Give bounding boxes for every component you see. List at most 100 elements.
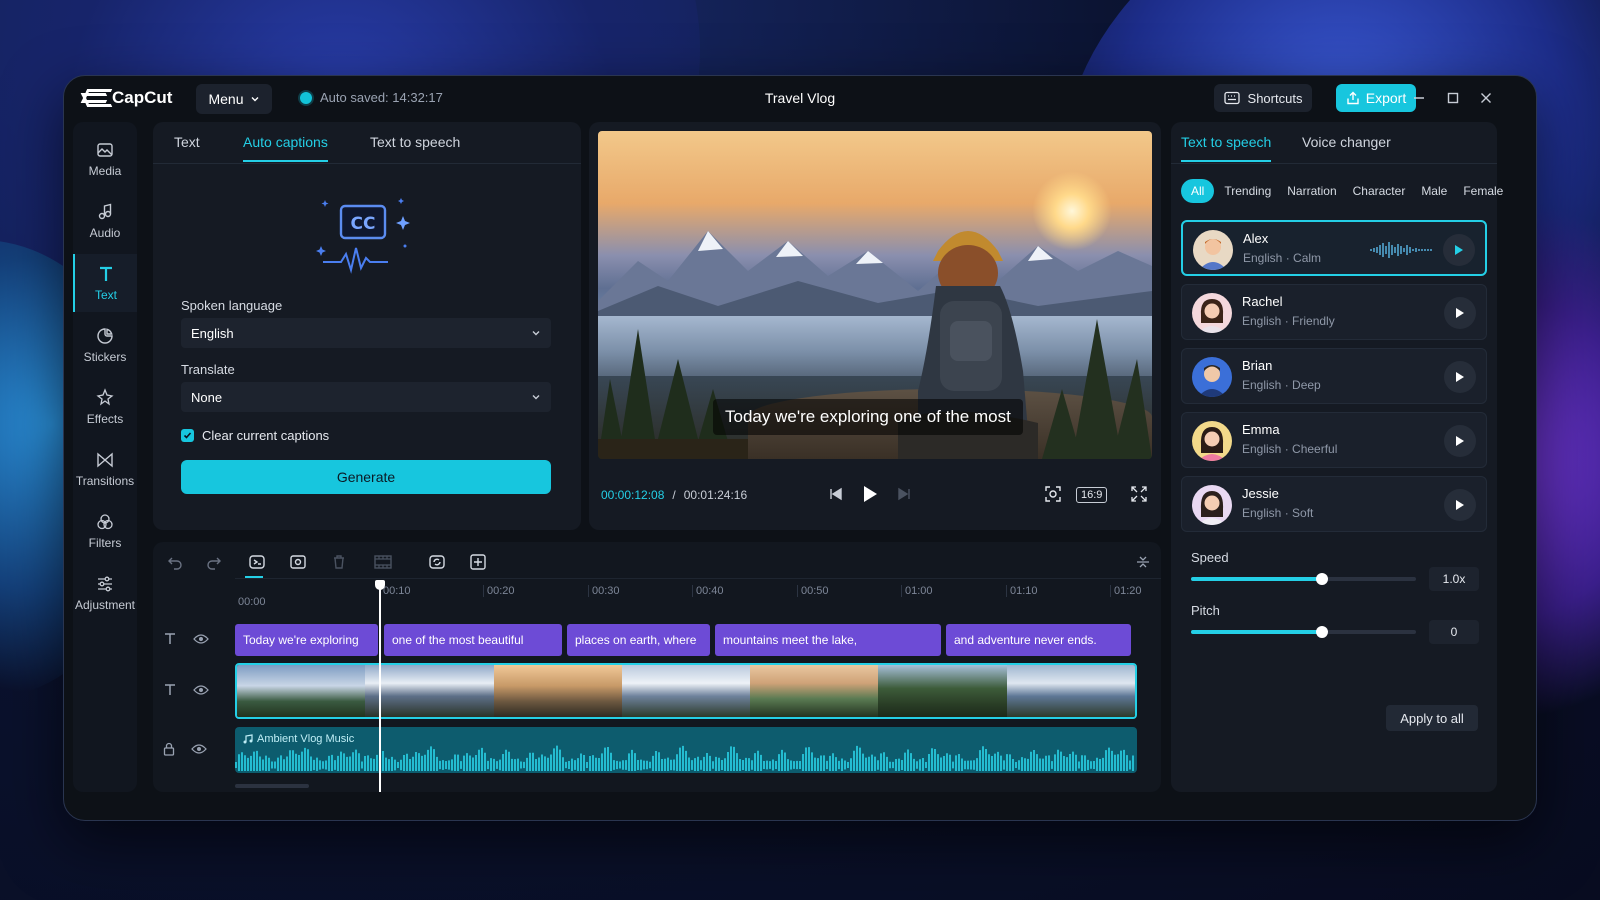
tab-auto-captions[interactable]: Auto captions (243, 134, 328, 162)
caption-clip[interactable]: one of the most beautiful (384, 624, 562, 656)
aspect-ratio-button[interactable]: 16:9 (1076, 487, 1108, 503)
video-frame (493, 665, 622, 717)
play-voice-button[interactable] (1443, 234, 1475, 266)
caption-clip[interactable]: places on earth, where (567, 624, 710, 656)
tab-text[interactable]: Text (174, 134, 200, 150)
play-voice-button[interactable] (1444, 489, 1476, 521)
audio-clip-track[interactable]: Ambient Vlog Music (235, 727, 1137, 773)
caption-clip[interactable]: and adventure never ends. (946, 624, 1131, 656)
playhead[interactable] (375, 580, 385, 792)
add-track-button[interactable] (466, 550, 490, 574)
video-clip-track[interactable] (235, 663, 1137, 719)
play-voice-button[interactable] (1444, 297, 1476, 329)
pitch-slider-thumb[interactable] (1315, 626, 1328, 638)
freeze-icon (290, 555, 306, 569)
ruler-tick: 01:00 (901, 585, 933, 597)
play-button[interactable] (858, 482, 882, 506)
auto-reframe-button[interactable] (245, 550, 269, 574)
timeline-panel: 00:10 00:20 00:30 00:40 00:50 01:00 01:1… (153, 542, 1161, 792)
apply-to-all-button[interactable]: Apply to all (1386, 705, 1478, 731)
maximize-button[interactable] (1441, 86, 1465, 110)
clear-captions-row: Clear current captions (181, 428, 329, 443)
voice-item-emma[interactable]: Emma English · Cheerful (1181, 412, 1487, 468)
caption-clip[interactable]: Today we're exploring (235, 624, 378, 656)
tts-tabs: Text to speech Voice changer (1171, 122, 1497, 164)
video-preview[interactable]: Today we're exploring one of the most (598, 131, 1152, 459)
skip-back-icon (830, 487, 842, 501)
tab-voice-changer[interactable]: Voice changer (1302, 134, 1391, 150)
split-button[interactable] (371, 550, 395, 574)
redo-button[interactable] (202, 550, 226, 574)
lock-icon[interactable] (163, 742, 175, 756)
chip-narration[interactable]: Narration (1281, 179, 1342, 203)
translate-select[interactable]: None (181, 382, 551, 412)
clear-captions-label: Clear current captions (202, 428, 330, 443)
chip-all[interactable]: All (1181, 179, 1215, 203)
nav-label-text: Text (94, 288, 117, 302)
delete-button[interactable] (327, 550, 351, 574)
pitch-slider[interactable] (1191, 626, 1416, 638)
video-frame (621, 665, 751, 717)
nav-item-adjustment[interactable]: Adjustment (73, 564, 137, 622)
add-box-icon (470, 554, 486, 570)
audio-icon (98, 203, 112, 220)
nav-item-transitions[interactable]: Transitions (73, 440, 137, 498)
nav-item-stickers[interactable]: Stickers (73, 316, 137, 374)
ruler-tick: 00:20 (483, 585, 515, 597)
chip-character[interactable]: Character (1347, 179, 1412, 203)
export-button[interactable]: Export (1336, 84, 1416, 112)
eye-icon[interactable] (193, 684, 209, 696)
freeze-frame-button[interactable] (286, 550, 310, 574)
fullscreen-button[interactable] (1127, 482, 1151, 506)
next-frame-button[interactable] (892, 482, 916, 506)
chip-female[interactable]: Female (1457, 179, 1509, 203)
play-voice-button[interactable] (1444, 361, 1476, 393)
play-icon (1456, 372, 1464, 382)
text-track-icon (165, 633, 175, 644)
nav-label-effects: Effects (86, 412, 124, 426)
snapshot-button[interactable] (1041, 482, 1065, 506)
nav-item-text[interactable]: Text (73, 254, 137, 312)
close-button[interactable] (1474, 86, 1498, 110)
eye-icon[interactable] (191, 743, 207, 755)
replace-button[interactable] (425, 550, 449, 574)
voice-item-jessie[interactable]: Jessie English · Soft (1181, 476, 1487, 532)
audio-clip-name: Ambient Vlog Music (243, 733, 354, 745)
voice-item-rachel[interactable]: Rachel English · Friendly (1181, 284, 1487, 340)
speed-slider-thumb[interactable] (1315, 573, 1328, 585)
clear-captions-checkbox[interactable] (181, 429, 194, 442)
shortcuts-button[interactable]: Shortcuts (1214, 84, 1312, 112)
spoken-language-select[interactable]: English (181, 318, 551, 348)
nav-item-effects[interactable]: Effects (73, 378, 137, 436)
captions-panel: Text Auto captions Text to speech CC Spo… (153, 122, 581, 530)
waveform-bars (235, 745, 1134, 771)
generate-button[interactable]: Generate (181, 460, 551, 494)
tab-tts[interactable]: Text to speech (1181, 134, 1272, 162)
voice-item-alex[interactable]: Alex English · Calm (1181, 220, 1487, 276)
eye-icon[interactable] (193, 633, 209, 645)
trash-icon (334, 555, 344, 569)
undo-button[interactable] (163, 550, 187, 574)
speed-slider[interactable] (1191, 573, 1416, 585)
voice-item-brian[interactable]: Brian English · Deep (1181, 348, 1487, 404)
speed-value[interactable]: 1.0x (1429, 567, 1479, 591)
caption-clip[interactable]: mountains meet the lake, (715, 624, 941, 656)
minimize-button[interactable] (1407, 86, 1431, 110)
audio-clip-label: Ambient Vlog Music (257, 733, 355, 745)
timeline-scrollbar[interactable] (235, 784, 309, 788)
nav-item-filters[interactable]: Filters (73, 502, 137, 560)
tab-text-to-speech[interactable]: Text to speech (370, 134, 460, 150)
voice-description: English · Friendly (1242, 314, 1335, 328)
play-voice-button[interactable] (1444, 425, 1476, 457)
chip-trending[interactable]: Trending (1218, 179, 1277, 203)
pitch-slider-fill (1191, 630, 1322, 634)
avatar (1193, 230, 1233, 270)
timeline-ruler[interactable]: 00:10 00:20 00:30 00:40 00:50 01:00 01:1… (235, 578, 1161, 614)
nav-item-media[interactable]: Media (73, 130, 137, 188)
nav-item-audio[interactable]: Audio (73, 192, 137, 250)
fit-timeline-button[interactable] (1131, 550, 1155, 574)
previous-frame-button[interactable] (824, 482, 848, 506)
chevron-down-icon (532, 331, 540, 336)
chip-male[interactable]: Male (1415, 179, 1453, 203)
pitch-value[interactable]: 0 (1429, 620, 1479, 644)
